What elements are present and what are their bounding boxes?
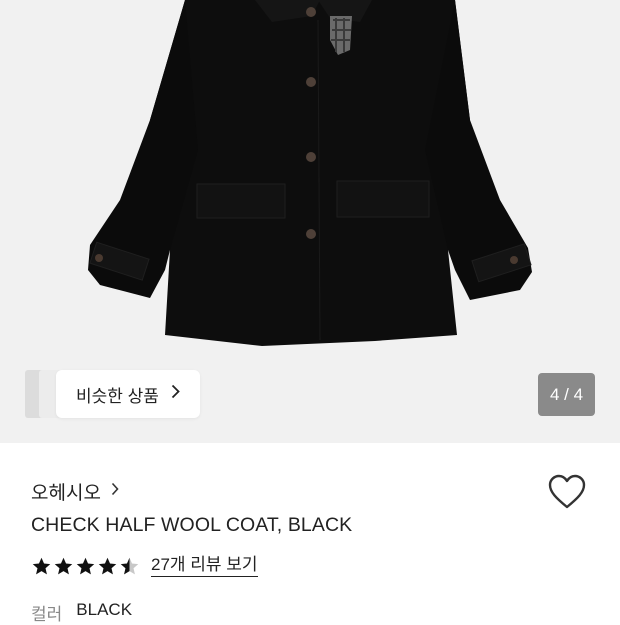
similar-products-pill[interactable]: 비슷한 상품 [56,370,200,418]
star-half-icon [120,557,139,574]
rating-row: 27개 리뷰 보기 [31,555,258,577]
color-label: 컬러 [31,605,63,624]
similar-products-label: 비슷한 상품 [76,386,159,406]
product-title: CHECK HALF WOOL COAT, BLACK [31,514,353,536]
star-rating [31,556,141,577]
reviews-link[interactable]: 27개 리뷰 보기 [151,555,258,577]
star-icon [76,557,95,574]
similar-products-button[interactable]: 비슷한 상품 [25,370,200,418]
star-icon [32,557,51,574]
star-icon [98,557,117,574]
color-option-row: 컬러 BLACK [31,600,132,625]
brand-link[interactable]: 오헤시오 [31,478,119,505]
product-image-gallery[interactable]: 비슷한 상품 4 / 4 [0,0,620,443]
heart-outline-icon[interactable] [548,474,586,515]
color-value: BLACK [76,600,133,619]
chevron-right-icon [111,482,119,501]
chevron-right-icon [171,384,180,404]
star-icon [54,557,73,574]
image-counter: 4 / 4 [538,373,595,416]
brand-name: 오헤시오 [31,483,101,504]
